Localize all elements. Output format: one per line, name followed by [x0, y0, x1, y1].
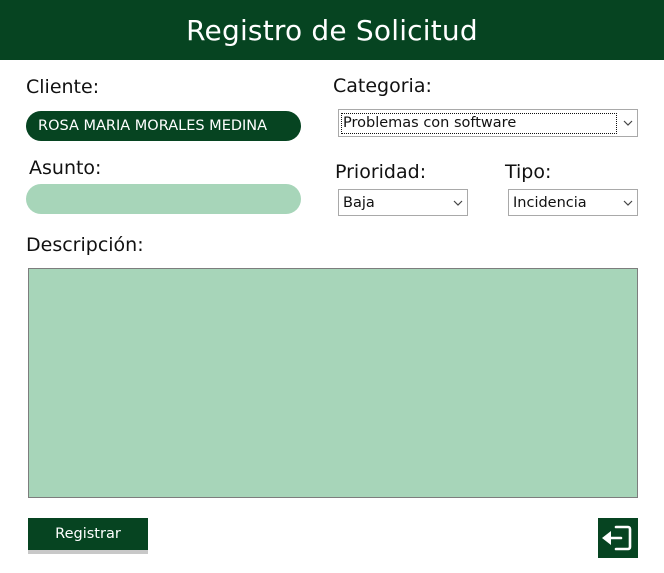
- asunto-input[interactable]: [26, 184, 301, 214]
- cliente-label: Cliente:: [26, 76, 100, 98]
- chevron-down-icon: [449, 190, 467, 215]
- tipo-select[interactable]: Incidencia: [508, 189, 638, 216]
- tipo-label: Tipo:: [505, 161, 552, 183]
- registrar-button-label: Registrar: [55, 526, 121, 542]
- descripcion-textarea[interactable]: [28, 268, 638, 498]
- categoria-value: Problemas con software: [341, 112, 617, 134]
- cliente-field: ROSA MARIA MORALES MEDINA: [26, 111, 301, 141]
- categoria-select[interactable]: Problemas con software: [338, 109, 638, 137]
- cliente-value: ROSA MARIA MORALES MEDINA: [38, 118, 268, 134]
- registro-solicitud-window: Registro de Solicitud Cliente: ROSA MARI…: [0, 0, 664, 573]
- prioridad-select[interactable]: Baja: [338, 189, 468, 216]
- exit-door-icon: [602, 525, 632, 551]
- window-title: Registro de Solicitud: [186, 13, 478, 47]
- chevron-down-icon: [619, 110, 637, 136]
- tipo-value: Incidencia: [513, 194, 587, 211]
- title-bar: Registro de Solicitud: [0, 0, 664, 60]
- registrar-button[interactable]: Registrar: [28, 518, 148, 554]
- asunto-label: Asunto:: [29, 157, 102, 179]
- prioridad-label: Prioridad:: [335, 161, 427, 183]
- prioridad-value: Baja: [343, 194, 375, 211]
- categoria-label: Categoria:: [333, 75, 432, 97]
- exit-button[interactable]: [598, 518, 638, 558]
- descripcion-label: Descripción:: [26, 234, 144, 256]
- chevron-down-icon: [619, 190, 637, 215]
